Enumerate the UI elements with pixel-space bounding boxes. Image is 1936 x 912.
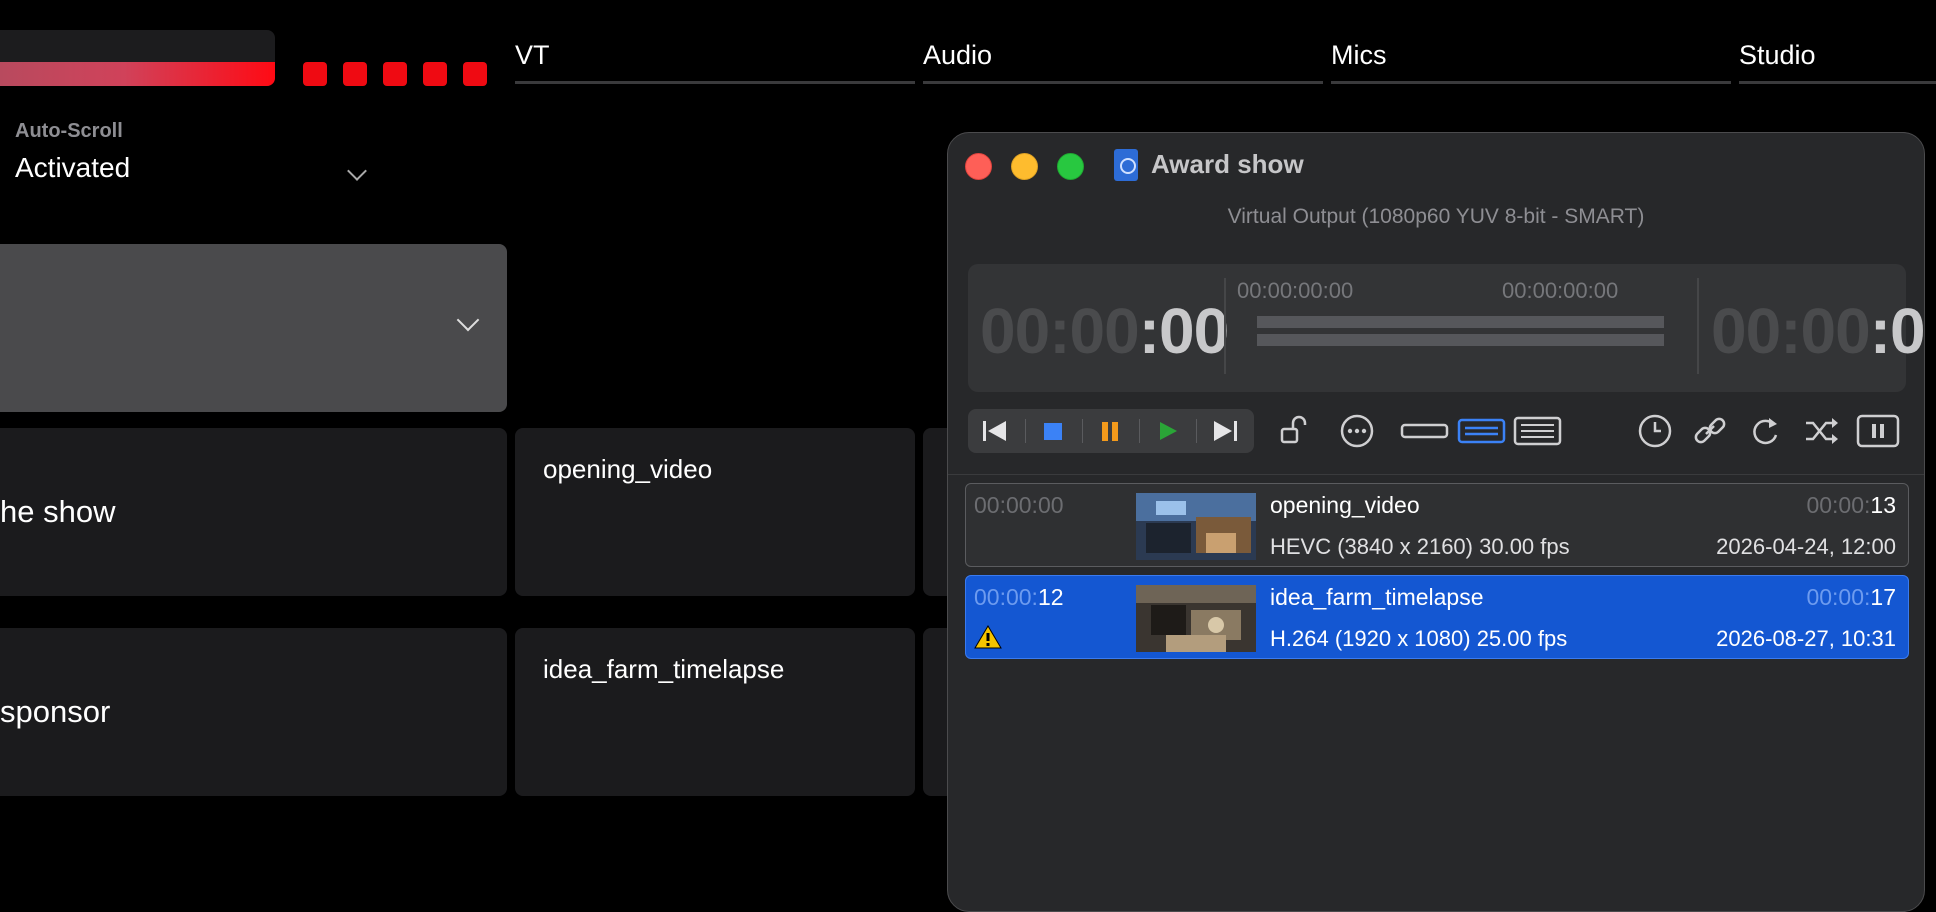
pause-button[interactable]	[1082, 409, 1139, 453]
document-icon	[1114, 149, 1138, 181]
status-led-row	[303, 62, 487, 86]
vt-cell[interactable]: idea_farm_timelapse	[515, 628, 915, 796]
shuffle-icon[interactable]	[1802, 413, 1840, 449]
window-title: Award show	[1151, 149, 1304, 179]
dropdown-field[interactable]	[0, 244, 507, 412]
column-header-studio[interactable]: Studio	[1739, 38, 1936, 84]
rundown-title-cell[interactable]: sponsor	[0, 628, 507, 796]
status-led	[343, 62, 367, 86]
previous-button[interactable]	[968, 409, 1025, 453]
view-compact-icon[interactable]	[1400, 413, 1450, 449]
column-header-mics[interactable]: Mics	[1331, 38, 1731, 84]
divider	[948, 474, 1924, 475]
autoscroll-select[interactable]: Activated	[15, 152, 130, 184]
clip-name: opening_video	[1270, 492, 1420, 518]
play-button[interactable]	[1139, 409, 1196, 453]
timecode-in: 00:00:00:00	[1237, 278, 1354, 303]
more-options-icon[interactable]	[1338, 413, 1376, 449]
clip-duration: 00:00:17	[1806, 584, 1896, 610]
transport-controls	[968, 409, 1254, 453]
stop-icon	[1044, 423, 1062, 440]
clip-name: idea_farm_timelapse	[1270, 584, 1484, 610]
status-led	[303, 62, 327, 86]
column-label: Mics	[1331, 40, 1387, 70]
title-bar[interactable]: Award show	[948, 133, 1924, 197]
status-led	[463, 62, 487, 86]
rundown-title: sponsor	[0, 694, 111, 729]
close-button[interactable]	[965, 153, 992, 180]
autoscroll-label: Auto-Scroll	[15, 120, 123, 142]
skip-back-icon	[983, 421, 1006, 441]
status-led	[423, 62, 447, 86]
clip-format: HEVC (3840 x 2160) 30.00 fps	[1270, 534, 1570, 559]
column-label: VT	[515, 40, 550, 70]
progress-bar[interactable]	[1257, 334, 1664, 346]
column-label: Audio	[923, 40, 993, 70]
column-header-vt[interactable]: VT	[515, 38, 915, 84]
playlist-row[interactable]: 00:00:00 opening_video HEVC (3840 x 2160…	[965, 483, 1909, 567]
view-large-icon[interactable]	[1513, 413, 1563, 449]
vt-clip-name: idea_farm_timelapse	[543, 654, 785, 684]
elapsed-clock: 00:00:00	[980, 295, 1229, 367]
clip-date: 2026-04-24, 12:00	[1716, 534, 1896, 559]
player-window: Award show Virtual Output (1080p60 YUV 8…	[947, 132, 1925, 912]
zoom-button[interactable]	[1057, 153, 1084, 180]
playlist-row-selected[interactable]: 00:00:12 idea_farm_timelapse H.264 (1920…	[965, 575, 1909, 659]
divider	[1697, 278, 1699, 374]
lock-open-icon[interactable]	[1278, 413, 1312, 449]
stop-button[interactable]	[1025, 409, 1082, 453]
clip-date: 2026-08-27, 10:31	[1716, 626, 1896, 651]
remaining-clock: 00:00:00	[1711, 295, 1925, 367]
pause-icon	[1102, 422, 1118, 441]
clip-start-time: 00:00:00	[974, 492, 1064, 518]
status-led	[383, 62, 407, 86]
vt-cell[interactable]: opening_video	[515, 428, 915, 596]
loop-icon[interactable]	[1747, 413, 1785, 449]
clip-format: H.264 (1920 x 1080) 25.00 fps	[1270, 626, 1568, 651]
output-label[interactable]: Virtual Output (1080p60 YUV 8-bit - SMAR…	[948, 205, 1924, 229]
view-medium-icon[interactable]	[1457, 413, 1507, 449]
clip-thumbnail	[1136, 493, 1256, 560]
column-header-audio[interactable]: Audio	[923, 38, 1323, 84]
clock-panel: 00:00:00 00:00:00	[968, 264, 1924, 392]
next-button[interactable]	[1196, 409, 1253, 453]
clip-duration: 00:00:13	[1806, 492, 1896, 518]
play-icon	[1160, 422, 1177, 440]
divider	[1224, 278, 1226, 374]
vt-clip-name: opening_video	[543, 454, 713, 484]
clock-icon[interactable]	[1636, 413, 1674, 449]
clip-start-time: 00:00:12	[974, 584, 1064, 610]
warning-icon[interactable]	[974, 624, 1002, 650]
chevron-down-icon[interactable]	[456, 308, 480, 332]
chevron-down-icon[interactable]	[347, 161, 367, 181]
link-icon[interactable]	[1691, 413, 1729, 449]
minimize-button[interactable]	[1011, 153, 1038, 180]
progress-bar[interactable]	[1257, 316, 1664, 328]
skip-forward-icon	[1214, 421, 1237, 441]
audio-level-meter	[0, 30, 275, 86]
timecode-out: 00:00:00:00	[1502, 278, 1619, 303]
pause-after-clip-icon[interactable]	[1855, 413, 1901, 449]
rundown-title-cell[interactable]: he show	[0, 428, 507, 596]
rundown-title: he show	[0, 494, 116, 529]
clip-thumbnail	[1136, 585, 1256, 652]
column-label: Studio	[1739, 40, 1816, 70]
